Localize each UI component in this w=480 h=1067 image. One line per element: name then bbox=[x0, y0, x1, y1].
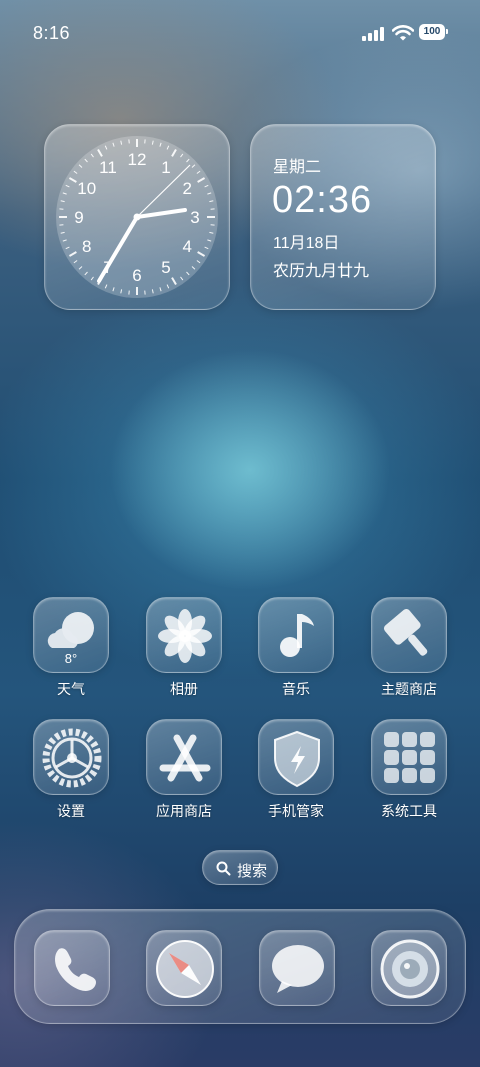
battery-level: 100 bbox=[423, 26, 441, 37]
clock-number: 1 bbox=[161, 158, 170, 177]
battery-icon: 100 bbox=[419, 24, 448, 40]
app-store-icon bbox=[146, 719, 222, 795]
dock-browser[interactable] bbox=[146, 930, 222, 1006]
app-label: 主题商店 bbox=[381, 681, 437, 697]
clock-number: 4 bbox=[182, 237, 191, 256]
weather-temperature: 8° bbox=[64, 651, 78, 666]
clock-number: 10 bbox=[77, 179, 96, 198]
gear-icon bbox=[33, 719, 109, 795]
compass-icon bbox=[156, 940, 214, 998]
status-time: 8:16 bbox=[33, 23, 71, 43]
app-system-tools[interactable]: 系统工具 bbox=[359, 719, 459, 821]
music-note-icon bbox=[258, 597, 334, 673]
dock-phone[interactable] bbox=[34, 930, 110, 1006]
app-label: 音乐 bbox=[282, 681, 310, 697]
app-settings[interactable]: 设置 bbox=[21, 719, 121, 821]
clock-number: 12 bbox=[128, 150, 147, 169]
clock-number: 11 bbox=[99, 158, 117, 177]
photos-flower-icon bbox=[146, 597, 222, 673]
app-label: 相册 bbox=[170, 681, 198, 697]
app-theme-store[interactable]: 主题商店 bbox=[359, 597, 459, 699]
weather-icon: 8° bbox=[33, 597, 109, 673]
search-button[interactable]: 搜索 bbox=[202, 850, 278, 885]
app-weather[interactable]: 8° 天气 bbox=[21, 597, 121, 699]
search-icon bbox=[216, 861, 231, 876]
widget-date: 11月18日 bbox=[273, 235, 340, 252]
app-label: 应用商店 bbox=[156, 803, 212, 819]
phone-icon bbox=[55, 948, 96, 991]
app-app-store[interactable]: 应用商店 bbox=[134, 719, 234, 821]
cellular-signal-icon bbox=[362, 25, 386, 41]
app-label: 天气 bbox=[57, 681, 85, 697]
status-bar: 8:16 100 bbox=[0, 0, 480, 64]
clock-number: 2 bbox=[182, 179, 191, 198]
clock-number: 3 bbox=[190, 208, 199, 227]
app-phone-manager[interactable]: 手机管家 bbox=[246, 719, 346, 821]
camera-icon bbox=[380, 939, 440, 999]
clock-number: 9 bbox=[74, 208, 83, 227]
app-photos[interactable]: 相册 bbox=[134, 597, 234, 699]
dock bbox=[14, 909, 466, 1024]
paint-brush-icon bbox=[371, 597, 447, 673]
message-bubble-icon bbox=[272, 945, 324, 993]
dock-messages[interactable] bbox=[259, 930, 335, 1006]
wifi-icon bbox=[392, 25, 414, 41]
clock-number: 8 bbox=[82, 237, 91, 256]
search-label: 搜索 bbox=[237, 863, 268, 880]
clock-number: 6 bbox=[132, 266, 141, 285]
app-music[interactable]: 音乐 bbox=[246, 597, 346, 699]
shield-bolt-icon bbox=[258, 719, 334, 795]
analog-clock-face: 121234567891011 bbox=[56, 136, 218, 298]
tools-folder-icon bbox=[371, 719, 447, 795]
date-widget[interactable]: 星期二 02:36 11月18日 农历九月廿九 bbox=[250, 124, 436, 310]
app-label: 系统工具 bbox=[381, 803, 437, 819]
clock-widget[interactable]: 121234567891011 bbox=[44, 124, 230, 310]
app-label: 手机管家 bbox=[268, 803, 324, 819]
app-label: 设置 bbox=[57, 803, 85, 819]
clock-number: 5 bbox=[161, 258, 170, 277]
widget-weekday: 星期二 bbox=[273, 159, 322, 176]
dock-camera[interactable] bbox=[371, 930, 447, 1006]
widget-lunar-date: 农历九月廿九 bbox=[273, 263, 370, 280]
widget-time: 02:36 bbox=[272, 179, 373, 221]
